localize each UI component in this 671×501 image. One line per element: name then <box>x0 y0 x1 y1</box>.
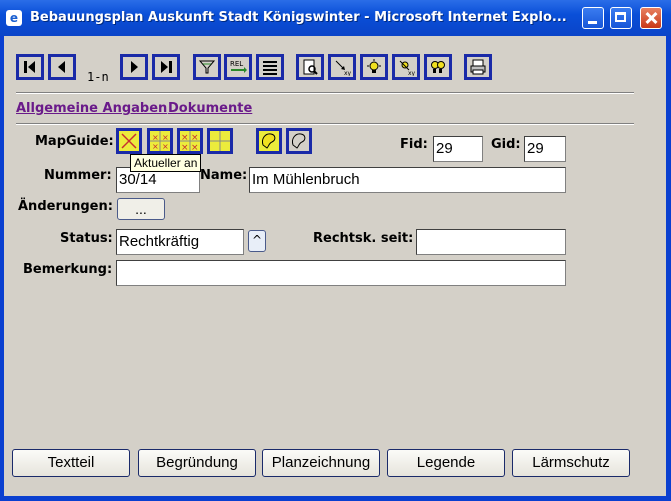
minimize-button[interactable] <box>582 7 604 29</box>
lightbulb-xy-icon: xy <box>399 60 415 76</box>
highlight-xy-button[interactable]: xy <box>392 54 420 80</box>
rechtsk-field[interactable] <box>416 229 566 255</box>
svg-text:×: × <box>191 133 199 143</box>
name-field[interactable]: Im Mühlenbruch <box>249 167 566 193</box>
highlight-button[interactable] <box>360 54 388 80</box>
mapguide-label: MapGuide: <box>35 134 114 149</box>
status-field[interactable]: Rechtkräftig <box>116 229 244 255</box>
bemerkung-field[interactable] <box>116 260 566 286</box>
legende-button[interactable]: Legende <box>387 449 505 477</box>
arrow-left-icon <box>58 61 65 73</box>
bemerkung-label: Bemerkung: <box>23 262 113 277</box>
mapguide-all-on-button[interactable]: × × × × <box>147 128 173 154</box>
arrow-right-icon <box>131 61 138 73</box>
mapguide-current-on-button[interactable] <box>116 128 142 154</box>
svg-text:×: × <box>152 142 159 151</box>
tab-general-info[interactable]: Allgemeine Angaben <box>16 101 167 116</box>
print-button[interactable] <box>464 54 492 80</box>
record-range-label: 1-n <box>87 70 109 84</box>
title-bar[interactable]: e Bebauungsplan Auskunft Stadt Königswin… <box>0 0 671 36</box>
zoom-xy-button[interactable]: xy <box>328 54 356 80</box>
first-record-button[interactable] <box>16 54 44 80</box>
list-view-button[interactable] <box>256 54 284 80</box>
grid-icon <box>210 131 230 151</box>
gid-field[interactable]: 29 <box>524 136 566 162</box>
group-lightbulb-icon <box>431 61 445 73</box>
svg-text:xy: xy <box>344 70 351 76</box>
gid-label: Gid: <box>491 137 521 152</box>
tabs-divider <box>16 123 634 125</box>
printer-icon <box>470 59 486 75</box>
svg-text:×: × <box>162 142 169 151</box>
relation-button[interactable]: REL <box>224 54 252 80</box>
svg-text:×: × <box>181 133 189 143</box>
status-spin-button[interactable]: ^ <box>248 230 266 252</box>
mapguide-shape-on-button[interactable] <box>256 128 282 154</box>
filter-button[interactable] <box>193 54 221 80</box>
mapguide-all-red-button[interactable]: × × × × <box>177 128 203 154</box>
rechtsk-label: Rechtsk. seit: <box>313 231 414 246</box>
svg-text:×: × <box>162 133 169 142</box>
svg-text:REL: REL <box>230 60 243 68</box>
name-label: Name: <box>200 168 248 183</box>
search-document-button[interactable] <box>296 54 324 80</box>
fid-label: Fid: <box>400 137 428 152</box>
filter-icon <box>198 60 216 74</box>
fid-field[interactable]: 29 <box>433 136 483 162</box>
internet-explorer-icon: e <box>6 10 22 26</box>
next-record-button[interactable] <box>120 54 148 80</box>
browser-window: e Bebauungsplan Auskunft Stadt Königswin… <box>0 0 671 501</box>
nummer-label: Nummer: <box>44 168 112 183</box>
group-button[interactable] <box>424 54 452 80</box>
list-icon <box>263 61 277 75</box>
textteil-button[interactable]: Textteil <box>12 449 130 477</box>
relation-icon: REL <box>230 60 247 73</box>
grid-cross-icon: × ×× × <box>150 131 170 151</box>
mapguide-shape-off-button[interactable] <box>286 128 312 154</box>
aenderungen-label: Änderungen: <box>18 199 113 214</box>
begruendung-button[interactable]: Begründung <box>138 449 256 477</box>
cross-icon <box>121 133 137 149</box>
toolbar-divider <box>16 92 634 94</box>
last-record-button[interactable] <box>152 54 180 80</box>
status-label: Status: <box>60 231 113 246</box>
mapguide-tooltip: Aktueller an <box>130 154 202 172</box>
zoom-xy-icon: xy <box>335 60 351 76</box>
svg-text:xy: xy <box>408 70 415 76</box>
previous-record-button[interactable] <box>48 54 76 80</box>
svg-text:×: × <box>152 133 159 142</box>
skip-last-icon <box>161 61 172 73</box>
shape-filled-icon <box>262 133 276 149</box>
aenderungen-button[interactable]: ... <box>117 198 165 220</box>
maximize-button[interactable] <box>610 7 632 29</box>
shape-outline-icon <box>292 133 306 149</box>
close-button[interactable] <box>640 7 662 29</box>
lightbulb-icon <box>367 59 381 73</box>
svg-text:×: × <box>191 143 199 151</box>
mapguide-all-off-button[interactable] <box>207 128 233 154</box>
tab-documents[interactable]: Dokumente <box>168 101 252 116</box>
skip-first-icon <box>24 61 35 73</box>
grid-red-cross-icon: × ×× × <box>180 131 200 151</box>
svg-text:×: × <box>181 143 189 151</box>
page-content: 1-n REL xy xy Allgemeine Angaben Dokumen… <box>4 36 666 496</box>
laermschutz-button[interactable]: Lärmschutz <box>512 449 630 477</box>
window-title: Bebauungsplan Auskunft Stadt Königswinte… <box>30 10 567 25</box>
document-search-icon <box>303 59 318 75</box>
planzeichnung-button[interactable]: Planzeichnung <box>262 449 380 477</box>
